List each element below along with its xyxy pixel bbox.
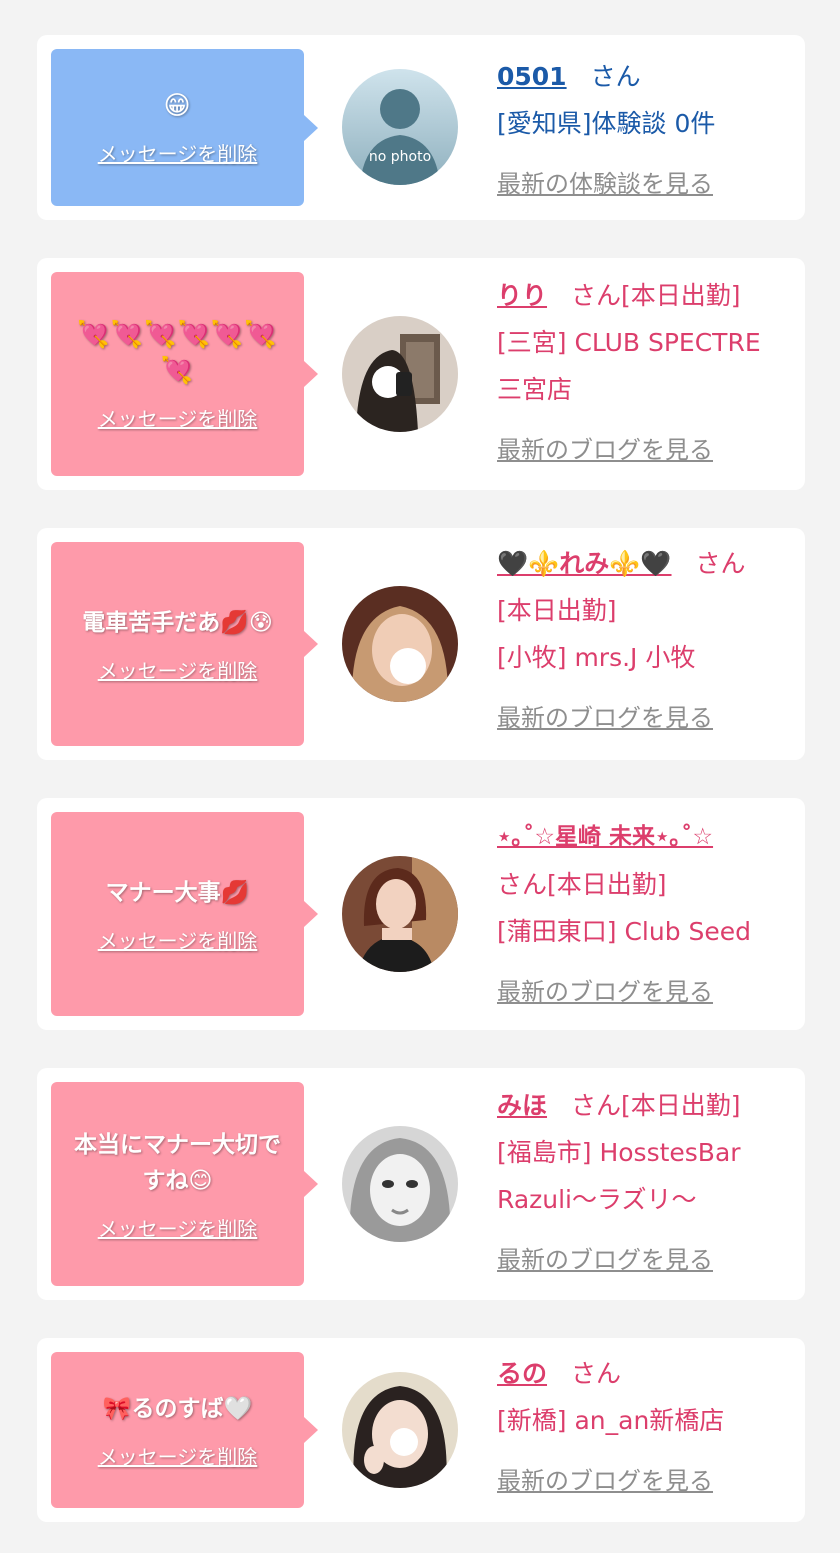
- avatar[interactable]: [342, 1126, 458, 1242]
- message-text: マナー大事💋: [105, 879, 250, 906]
- shop-line: 三宮店: [497, 375, 573, 404]
- user-name-link[interactable]: ⋆｡˚☆星崎 未来⋆｡˚☆: [497, 824, 713, 850]
- user-suffix: さん[本日出勤]: [571, 281, 741, 310]
- latest-blog-link[interactable]: 最新のブログを見る: [497, 427, 713, 474]
- delete-message-link[interactable]: メッセージを削除: [98, 1441, 258, 1470]
- user-suffix: さん: [590, 62, 641, 91]
- message-card: マナー大事💋 メッセージを削除 ⋆｡˚☆星崎 未来⋆｡˚☆ さん[本日出勤] […: [37, 798, 805, 1030]
- message-card: 💘💘💘💘💘💘💘 メッセージを削除 りり さん[本日出勤] [三宮] CLUB SP…: [37, 258, 805, 490]
- delete-message-link[interactable]: メッセージを削除: [98, 403, 258, 432]
- message-list: 😁 メッセージを削除 no photo 0501 さん [愛知県]体験談 0件 最: [0, 0, 840, 1553]
- latest-blog-link[interactable]: 最新のブログを見る: [497, 1237, 713, 1284]
- message-card: 😁 メッセージを削除 no photo 0501 さん [愛知県]体験談 0件 最: [37, 35, 805, 220]
- message-bubble: 本当にマナー大切ですね😊 メッセージを削除: [51, 1082, 318, 1286]
- user-info: 0501 さん [愛知県]体験談 0件 最新の体験談を見る: [497, 53, 797, 208]
- user-name-link[interactable]: 🖤⚜️れみ⚜️🖤: [497, 549, 672, 578]
- message-text: 本当にマナー大切ですね😊: [74, 1131, 281, 1194]
- delete-message-link[interactable]: メッセージを削除: [98, 925, 258, 954]
- status-line: [本日出勤]: [497, 596, 617, 625]
- delete-message-link[interactable]: メッセージを削除: [98, 655, 258, 684]
- message-bubble: マナー大事💋 メッセージを削除: [51, 812, 318, 1016]
- user-suffix: さん[本日出勤]: [571, 1091, 741, 1120]
- delete-message-link[interactable]: メッセージを削除: [98, 1213, 258, 1242]
- shop-line: [小牧] mrs.J 小牧: [497, 643, 696, 672]
- profile-photo-icon: [342, 1126, 458, 1242]
- avatar[interactable]: [342, 1372, 458, 1488]
- message-bubble: 😁 メッセージを削除: [51, 49, 318, 206]
- user-name-link[interactable]: みほ: [497, 1091, 547, 1120]
- user-suffix: さん[本日出勤]: [497, 870, 667, 899]
- message-bubble: 電車苦手だあ💋😰 メッセージを削除: [51, 542, 318, 746]
- shop-line: [新橋] an_an新橋店: [497, 1406, 725, 1435]
- message-card: 🎀るのすば🤍 メッセージを削除 るの さん [新橋] an_an新橋店 最新のブロ…: [37, 1338, 805, 1522]
- profile-photo-icon: [342, 586, 458, 702]
- user-name-link[interactable]: るの: [497, 1359, 547, 1388]
- profile-photo-icon: [342, 1372, 458, 1488]
- user-suffix: さん: [571, 1359, 622, 1388]
- message-text: 🎀るのすば🤍: [102, 1395, 253, 1422]
- latest-blog-link[interactable]: 最新のブログを見る: [497, 969, 713, 1016]
- user-suffix: さん: [695, 549, 746, 578]
- profile-photo-icon: [342, 856, 458, 972]
- shop-line: Razuli〜ラズリ〜: [497, 1185, 697, 1214]
- avatar[interactable]: [342, 586, 458, 702]
- user-info: みほ さん[本日出勤] [福島市] HosstesBar Razuli〜ラズリ〜 …: [497, 1082, 797, 1284]
- latest-blog-link[interactable]: 最新のブログを見る: [497, 1458, 713, 1505]
- message-text: 😁: [163, 91, 192, 121]
- user-info: 🖤⚜️れみ⚜️🖤 さん [本日出勤] [小牧] mrs.J 小牧 最新のブログを見…: [497, 540, 797, 742]
- message-card: 本当にマナー大切ですね😊 メッセージを削除 みほ さん[本日出勤] [福島市] H…: [37, 1068, 805, 1300]
- message-bubble: 🎀るのすば🤍 メッセージを削除: [51, 1352, 318, 1508]
- message-bubble: 💘💘💘💘💘💘💘 メッセージを削除: [51, 272, 318, 476]
- message-card: 電車苦手だあ💋😰 メッセージを削除 🖤⚜️れみ⚜️🖤 さん [本日出勤] [小牧]…: [37, 528, 805, 760]
- profile-photo-icon: [342, 316, 458, 432]
- user-info: るの さん [新橋] an_an新橋店 最新のブログを見る: [497, 1350, 797, 1505]
- user-info: ⋆｡˚☆星崎 未来⋆｡˚☆ さん[本日出勤] [蒲田東口] Club Seed …: [497, 812, 797, 1016]
- shop-line: [蒲田東口] Club Seed: [497, 917, 752, 946]
- avatar[interactable]: [342, 856, 458, 972]
- no-photo-avatar-icon: no photo: [342, 69, 458, 185]
- shop-line: [福島市] HosstesBar: [497, 1138, 741, 1167]
- latest-review-link[interactable]: 最新の体験談を見る: [497, 161, 713, 208]
- latest-blog-link[interactable]: 最新のブログを見る: [497, 695, 713, 742]
- message-text: 電車苦手だあ💋😰: [82, 609, 273, 636]
- user-info: りり さん[本日出勤] [三宮] CLUB SPECTRE 三宮店 最新のブログを…: [497, 272, 797, 474]
- user-name-link[interactable]: りり: [497, 281, 547, 310]
- delete-message-link[interactable]: メッセージを削除: [98, 138, 258, 167]
- shop-line: [三宮] CLUB SPECTRE: [497, 328, 761, 357]
- no-photo-text: no photo: [369, 149, 431, 165]
- avatar[interactable]: [342, 316, 458, 432]
- shop-line: [愛知県]体験談 0件: [497, 109, 716, 138]
- user-name-link[interactable]: 0501: [497, 62, 567, 91]
- avatar[interactable]: no photo: [342, 69, 458, 185]
- message-text: 💘💘💘💘💘💘💘: [77, 319, 278, 386]
